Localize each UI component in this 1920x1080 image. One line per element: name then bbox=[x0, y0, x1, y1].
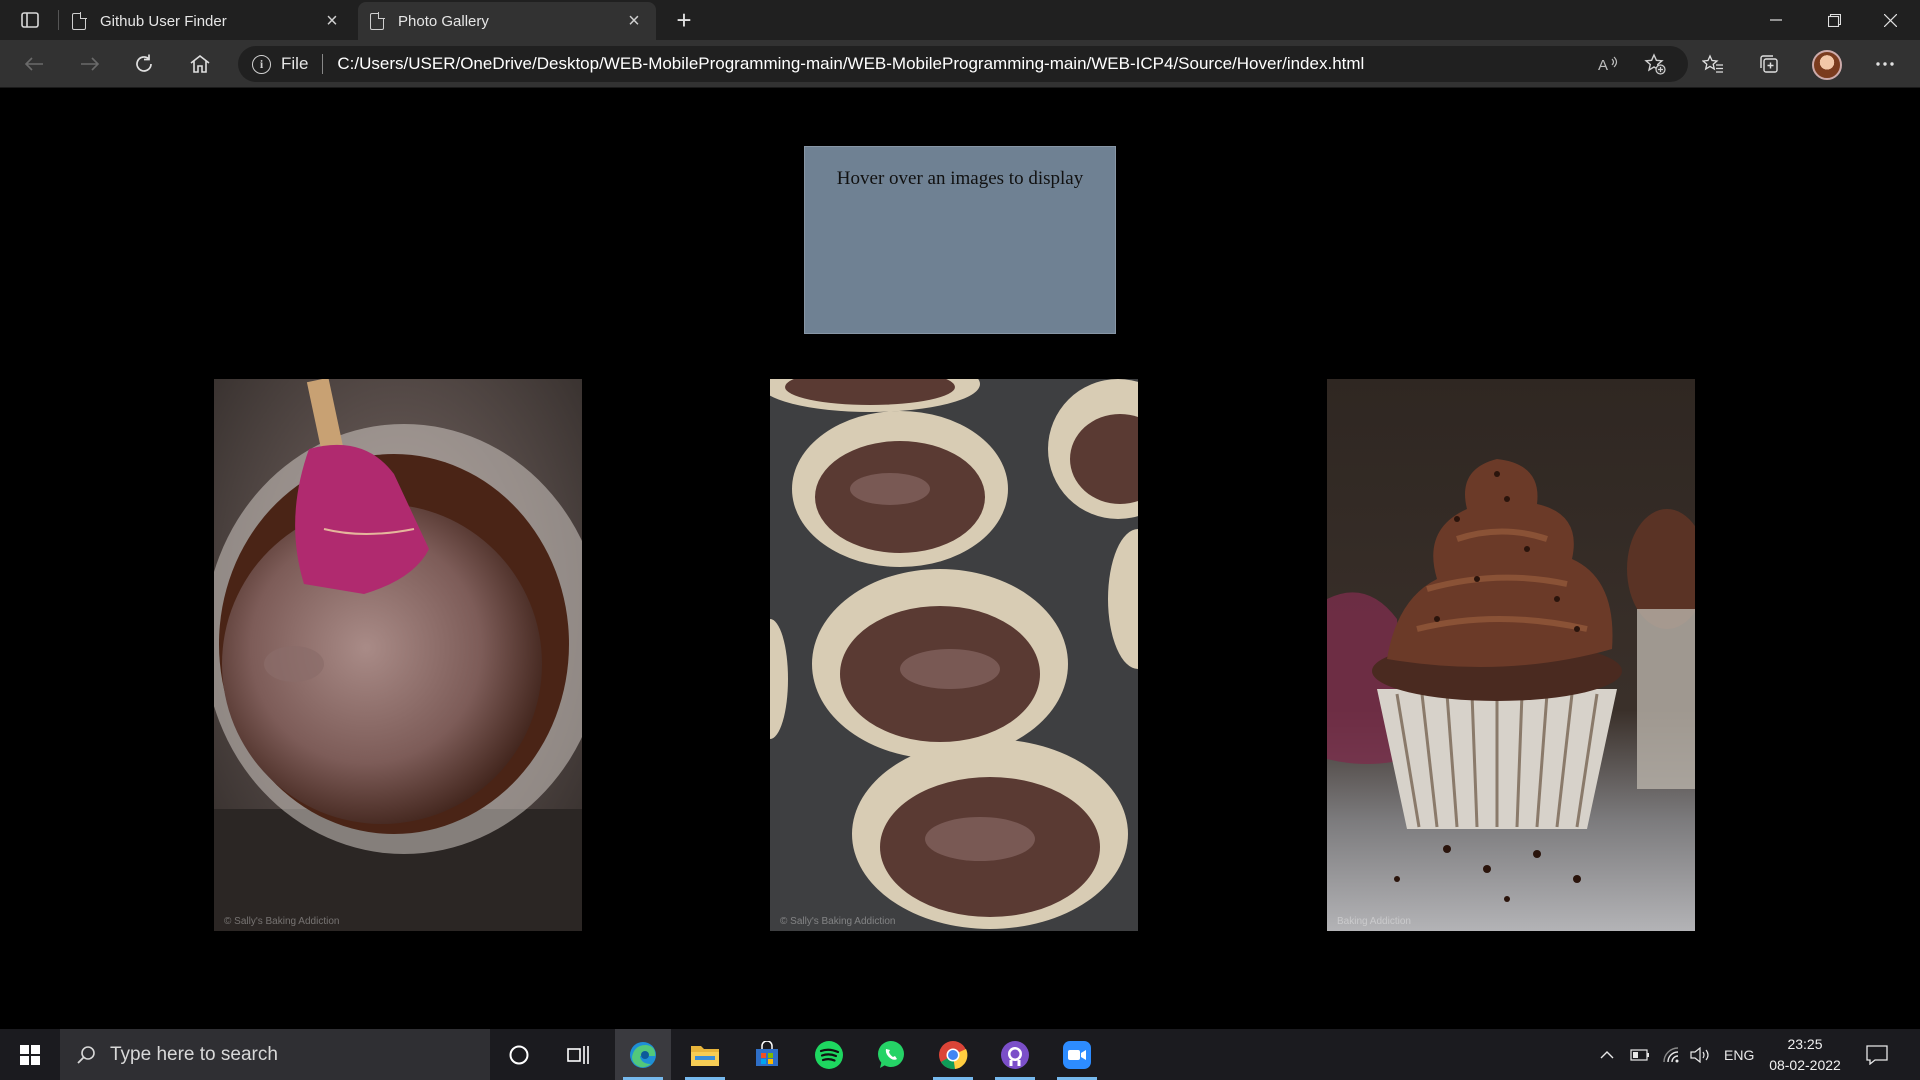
url-divider bbox=[322, 54, 324, 74]
volume-indicator[interactable] bbox=[1690, 1029, 1712, 1080]
collections-button[interactable] bbox=[1752, 48, 1786, 80]
refresh-button[interactable] bbox=[126, 48, 162, 80]
settings-menu-button[interactable] bbox=[1868, 48, 1902, 80]
gallery-image-liners[interactable]: © Sally's Baking Addiction bbox=[770, 379, 1138, 931]
spotify-icon bbox=[815, 1040, 843, 1069]
navigation-bar: i File C:/Users/USER/OneDrive/Desktop/WE… bbox=[0, 40, 1920, 88]
tab-photo-gallery[interactable]: Photo Gallery × bbox=[358, 2, 656, 40]
speaker-icon bbox=[1690, 1046, 1709, 1063]
taskbar-search-box[interactable]: Type here to search bbox=[60, 1029, 490, 1080]
chrome-button[interactable] bbox=[925, 1029, 981, 1080]
restore-button[interactable] bbox=[1806, 0, 1862, 40]
cortana-icon bbox=[509, 1045, 529, 1064]
battery-indicator[interactable] bbox=[1630, 1029, 1650, 1080]
refresh-icon bbox=[136, 54, 152, 72]
home-button[interactable] bbox=[182, 48, 218, 80]
favorites-icon bbox=[1702, 54, 1723, 73]
zoom-icon bbox=[1063, 1040, 1091, 1069]
url-scheme: File bbox=[281, 54, 309, 73]
add-favorite-button[interactable] bbox=[1638, 48, 1672, 80]
collections-icon bbox=[1760, 55, 1778, 73]
file-explorer-button[interactable] bbox=[677, 1029, 733, 1080]
tab-close-icon[interactable]: × bbox=[624, 11, 644, 31]
github-desktop-icon bbox=[1001, 1040, 1029, 1069]
close-window-button[interactable] bbox=[1862, 0, 1918, 40]
profile-avatar[interactable] bbox=[1812, 50, 1842, 80]
whatsapp-icon bbox=[878, 1040, 904, 1068]
chrome-icon bbox=[939, 1040, 968, 1069]
gallery-image-cupcake[interactable]: Baking Addiction bbox=[1327, 379, 1695, 931]
page-content: Hover over an images to display © Sally'… bbox=[0, 89, 1920, 1029]
microsoft-store-icon bbox=[756, 1040, 778, 1066]
page-icon bbox=[72, 11, 87, 30]
tab-title: Photo Gallery bbox=[398, 12, 489, 30]
system-clock[interactable]: 23:25 08-02-2022 bbox=[1756, 1034, 1854, 1076]
close-icon bbox=[1883, 13, 1897, 27]
tab-title: Github User Finder bbox=[100, 12, 227, 30]
task-view-icon bbox=[567, 1045, 589, 1064]
favorites-button[interactable] bbox=[1696, 48, 1730, 80]
tab-bar: Github User Finder × Photo Gallery × + bbox=[0, 0, 1920, 40]
page-icon bbox=[370, 11, 385, 30]
minimize-icon bbox=[1770, 19, 1782, 21]
frosted-cupcake-image bbox=[1327, 379, 1695, 931]
notification-icon bbox=[1866, 1044, 1888, 1065]
task-view-button[interactable] bbox=[551, 1029, 607, 1080]
batter-bowl-image bbox=[214, 379, 582, 931]
image-watermark: © Sally's Baking Addiction bbox=[224, 916, 340, 927]
notification-center-button[interactable] bbox=[1866, 1029, 1888, 1080]
more-options-icon bbox=[1876, 62, 1894, 66]
tab-actions-icon bbox=[21, 12, 39, 28]
chevron-up-icon bbox=[1600, 1050, 1614, 1058]
whatsapp-button[interactable] bbox=[863, 1029, 919, 1080]
battery-icon bbox=[1630, 1048, 1649, 1061]
image-display-box: Hover over an images to display bbox=[804, 146, 1116, 334]
file-explorer-icon bbox=[691, 1045, 719, 1066]
minimize-button[interactable] bbox=[1748, 0, 1804, 40]
windows-logo-icon bbox=[20, 1044, 40, 1065]
spotify-button[interactable] bbox=[801, 1029, 857, 1080]
network-indicator[interactable] bbox=[1662, 1029, 1680, 1080]
windows-taskbar: Type here to search ENG 23:25 08-02-2022 bbox=[0, 1029, 1920, 1080]
star-add-icon bbox=[1644, 53, 1666, 75]
forward-button[interactable] bbox=[72, 48, 108, 80]
github-desktop-button[interactable] bbox=[987, 1029, 1043, 1080]
search-icon bbox=[77, 1045, 95, 1064]
back-button[interactable] bbox=[16, 48, 52, 80]
cupcake-tin-image bbox=[770, 379, 1138, 931]
new-tab-button[interactable]: + bbox=[668, 4, 700, 36]
forward-arrow-icon bbox=[81, 57, 100, 71]
edge-icon bbox=[630, 1041, 656, 1068]
wifi-icon bbox=[1663, 1046, 1679, 1062]
address-bar[interactable]: i File C:/Users/USER/OneDrive/Desktop/WE… bbox=[238, 46, 1688, 82]
read-aloud-button[interactable]: A bbox=[1592, 48, 1626, 80]
home-icon bbox=[190, 54, 210, 73]
start-button[interactable] bbox=[6, 1029, 54, 1080]
microsoft-store-button[interactable] bbox=[739, 1029, 795, 1080]
clock-date: 08-02-2022 bbox=[1769, 1057, 1841, 1073]
tab-github-user-finder[interactable]: Github User Finder × bbox=[60, 2, 354, 40]
search-placeholder: Type here to search bbox=[110, 1043, 278, 1065]
cortana-button[interactable] bbox=[491, 1029, 547, 1080]
svg-text:A: A bbox=[1598, 57, 1608, 73]
image-watermark: Baking Addiction bbox=[1337, 916, 1411, 927]
gallery-image-batter[interactable]: © Sally's Baking Addiction bbox=[214, 379, 582, 931]
clock-time: 23:25 bbox=[1787, 1036, 1823, 1052]
edge-taskbar-button[interactable] bbox=[615, 1029, 671, 1080]
back-arrow-icon bbox=[24, 57, 43, 71]
restore-icon bbox=[1827, 13, 1841, 27]
read-aloud-icon: A bbox=[1598, 56, 1618, 73]
show-hidden-icons-button[interactable] bbox=[1600, 1029, 1614, 1080]
tab-separator bbox=[58, 10, 59, 30]
input-language[interactable]: ENG bbox=[1724, 1029, 1754, 1080]
tab-close-icon[interactable]: × bbox=[322, 11, 342, 31]
zoom-button[interactable] bbox=[1049, 1029, 1105, 1080]
site-info-icon[interactable]: i bbox=[252, 54, 271, 74]
tab-actions-button[interactable] bbox=[12, 6, 48, 34]
image-watermark: © Sally's Baking Addiction bbox=[780, 916, 896, 927]
url-text[interactable]: C:/Users/USER/OneDrive/Desktop/WEB-Mobil… bbox=[337, 54, 1364, 74]
